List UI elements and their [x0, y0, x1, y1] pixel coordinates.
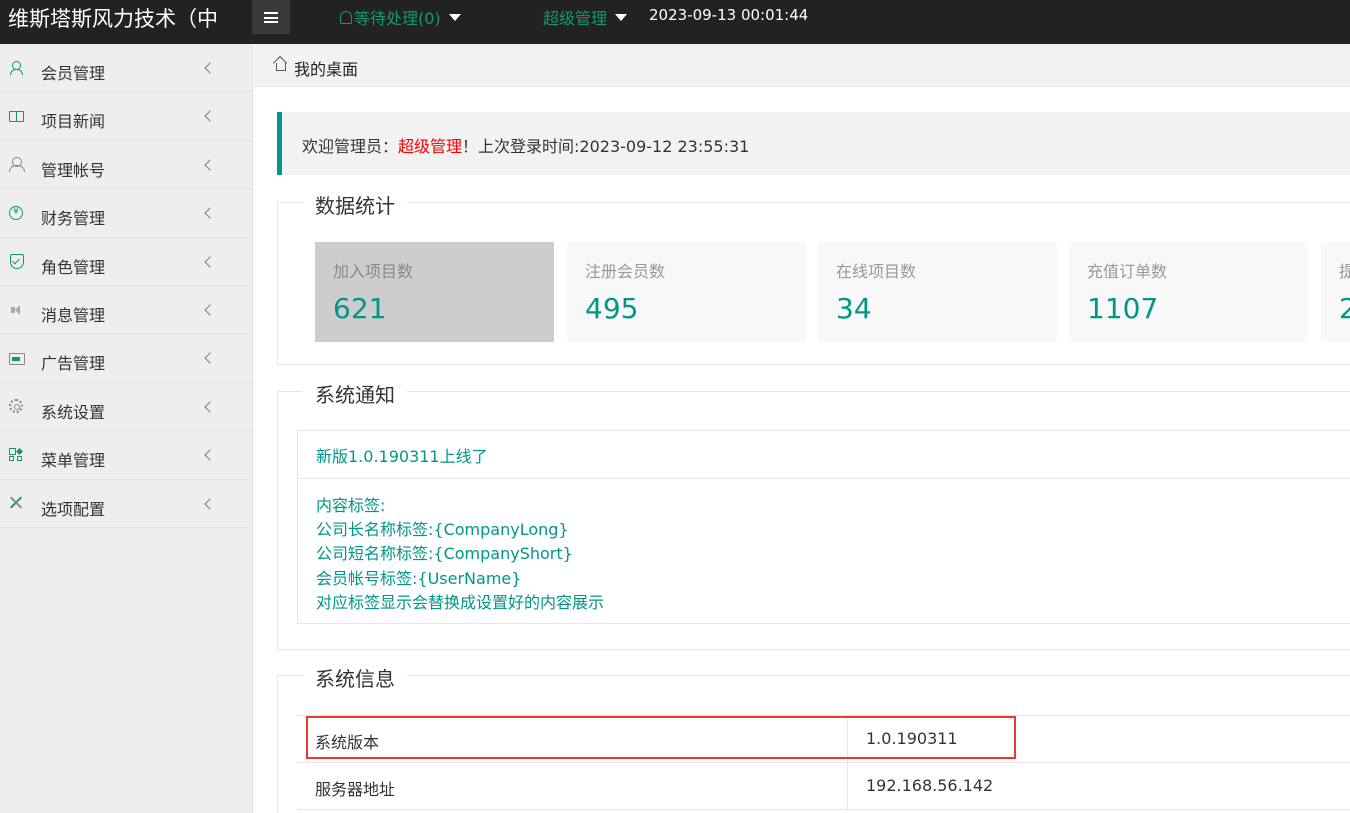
- stat-card-joined-projects[interactable]: 加入项目数 621: [315, 242, 554, 342]
- top-bar: 维斯塔斯风力技术（中 等待处理(0) 超级管理 2023-09-13 00:01…: [0, 0, 1350, 44]
- stat-label: 提: [1339, 262, 1350, 281]
- breadcrumb: 我的桌面: [254, 44, 1350, 87]
- chevron-left-icon: [204, 304, 216, 316]
- info-value: 192.168.56.142: [866, 776, 994, 795]
- sidebar-item-label: 菜单管理: [41, 451, 106, 471]
- stat-card-registered-members[interactable]: 注册会员数 495: [567, 242, 806, 342]
- sidebar-item-admin-accounts[interactable]: 管理帐号: [0, 141, 252, 190]
- system-notice-panel: 系统通知 新版1.0.190311上线了 内容标签: 公司长名称标签:{Comp…: [277, 379, 1350, 650]
- stat-label: 充值订单数: [1087, 262, 1168, 281]
- shield-icon: [9, 254, 24, 270]
- sidebar-item-label: 系统设置: [41, 402, 106, 422]
- image-icon: [9, 351, 25, 366]
- sidebar-item-finance[interactable]: ¥ 财务管理: [0, 189, 252, 238]
- stat-card-online-projects[interactable]: 在线项目数 34: [818, 242, 1057, 342]
- notice-card: 新版1.0.190311上线了 内容标签: 公司长名称标签:{CompanyLo…: [297, 430, 1350, 624]
- book-icon: [9, 109, 24, 123]
- sidebar-item-messages[interactable]: 消息管理: [0, 286, 252, 335]
- sidebar: 会员管理 项目新闻 管理帐号 ¥ 财务管理 角色管理 消息管理 广告管理 系统设…: [0, 44, 253, 813]
- sidebar-item-label: 广告管理: [41, 354, 106, 374]
- notice-title[interactable]: 新版1.0.190311上线了: [316, 443, 488, 467]
- stat-card-recharge-orders[interactable]: 充值订单数 1107: [1069, 242, 1308, 342]
- sidebar-item-label: 会员管理: [41, 64, 106, 83]
- header-datetime: 2023-09-13 00:01:44: [649, 6, 809, 24]
- stat-value: 34: [836, 292, 872, 325]
- stat-value: 1107: [1087, 292, 1159, 325]
- stat-value: 2: [1339, 292, 1350, 325]
- chevron-left-icon: [204, 110, 216, 123]
- notice-line: 会员帐号标签:{UserName}: [316, 569, 522, 588]
- welcome-prefix: 欢迎管理员：: [302, 137, 399, 156]
- info-key: 服务器地址: [315, 780, 396, 799]
- gear-icon: [9, 399, 23, 414]
- sidebar-item-member-management[interactable]: 会员管理: [0, 44, 252, 93]
- stat-label: 在线项目数: [836, 262, 917, 281]
- sidebar-item-label: 项目新闻: [41, 112, 106, 132]
- panel-legend: 系统信息: [303, 663, 407, 692]
- account-icon: [9, 157, 25, 173]
- chevron-left-icon: [204, 62, 216, 74]
- speaker-icon: [9, 303, 23, 317]
- chevron-left-icon: [204, 352, 216, 365]
- stat-value: 495: [585, 292, 639, 325]
- pending-tasks-label: 等待处理(0): [354, 9, 441, 28]
- sidebar-item-system-settings[interactable]: 系统设置: [0, 383, 252, 432]
- stat-label: 加入项目数: [333, 262, 414, 281]
- notice-divider: [298, 478, 1350, 479]
- menu-toggle-button[interactable]: [252, 0, 290, 34]
- admin-user-dropdown[interactable]: 超级管理: [543, 5, 628, 29]
- sidebar-item-ads[interactable]: 广告管理: [0, 334, 252, 383]
- data-statistics-panel: 数据统计 加入项目数 621 注册会员数 495 在线项目数 34 充值订单数 …: [277, 190, 1350, 365]
- pending-tasks-dropdown[interactable]: 等待处理(0): [340, 5, 461, 29]
- chevron-left-icon: [204, 449, 216, 461]
- stat-label: 注册会员数: [585, 262, 666, 281]
- user-icon: [9, 60, 23, 75]
- notice-line: 对应标签显示会替换成设置好的内容展示: [316, 593, 605, 612]
- sidebar-item-options[interactable]: 选项配置: [0, 480, 252, 528]
- caret-down-icon: [615, 13, 628, 21]
- panel-legend: 数据统计: [303, 190, 407, 219]
- sidebar-item-label: 选项配置: [41, 499, 106, 519]
- welcome-last-login: ！上次登录时间:2023-09-12 23:55:31: [462, 137, 750, 156]
- panel-legend: 系统通知: [303, 379, 407, 408]
- notice-line: 公司短名称标签:{CompanyShort}: [316, 544, 573, 563]
- caret-down-icon: [448, 13, 461, 21]
- admin-user-label: 超级管理: [543, 9, 608, 28]
- notice-line: 公司长名称标签:{CompanyLong}: [316, 520, 569, 539]
- sidebar-item-menus[interactable]: 菜单管理: [0, 431, 252, 480]
- welcome-text: 欢迎管理员：超级管理！上次登录时间:2023-09-12 23:55:31: [302, 133, 749, 157]
- stat-card-partial[interactable]: 提 2: [1321, 242, 1350, 342]
- chevron-left-icon: [204, 497, 216, 510]
- sidebar-item-project-news[interactable]: 项目新闻: [0, 92, 252, 141]
- home-icon[interactable]: [273, 57, 287, 71]
- breadcrumb-current[interactable]: 我的桌面: [294, 56, 358, 80]
- app-logo[interactable]: 维斯塔斯风力技术（中: [8, 3, 246, 33]
- chevron-left-icon: [204, 401, 216, 413]
- table-row: 服务器地址 192.168.56.142: [297, 763, 1350, 810]
- welcome-admin-name: 超级管理: [398, 137, 463, 156]
- yen-icon: ¥: [9, 205, 23, 220]
- highlight-box: [306, 716, 1016, 759]
- stat-value: 621: [333, 292, 387, 325]
- sidebar-item-label: 财务管理: [41, 209, 106, 229]
- hamburger-icon: [264, 11, 278, 23]
- tools-icon: [9, 496, 23, 510]
- chevron-left-icon: [204, 159, 216, 171]
- welcome-banner: 欢迎管理员：超级管理！上次登录时间:2023-09-12 23:55:31: [277, 112, 1350, 175]
- chevron-left-icon: [204, 207, 216, 219]
- chevron-left-icon: [204, 255, 216, 268]
- sidebar-item-label: 消息管理: [41, 305, 106, 325]
- bell-icon: [340, 11, 352, 24]
- sidebar-item-roles[interactable]: 角色管理: [0, 238, 252, 286]
- grid-icon: [9, 447, 23, 462]
- sidebar-item-label: 角色管理: [41, 257, 106, 277]
- sidebar-item-label: 管理帐号: [41, 160, 106, 180]
- notice-line: 内容标签:: [316, 496, 386, 515]
- column-divider: [847, 763, 848, 809]
